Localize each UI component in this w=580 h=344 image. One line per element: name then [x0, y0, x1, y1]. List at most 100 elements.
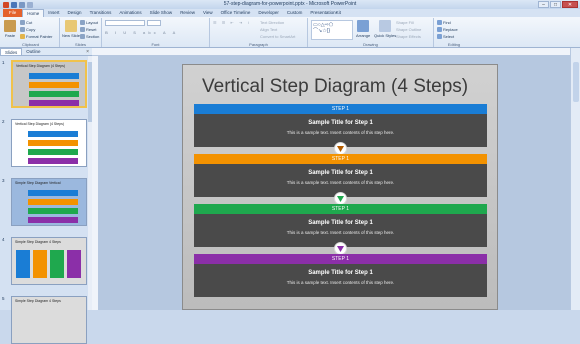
replace-icon [437, 27, 442, 32]
step-title: Sample Title for Step 1 [308, 170, 373, 176]
thumbnail-title: Simple Step Diagram 4 Steps [15, 299, 61, 303]
clipboard-group-label: Clipboard [21, 42, 40, 47]
bullets-buttons[interactable]: ☰ ☰ ⇤ ⇥ ↕ [213, 20, 251, 25]
slide-thumbnail-preview: Simple Step Diagram 4 Steps [11, 296, 87, 344]
thumbnail-title: Vertical Step Diagram (4 Steps) [15, 122, 65, 126]
step-block[interactable]: STEP 1 Sample Title for Step 1 This is a… [194, 104, 487, 147]
step-text: This is a sample text. Insert contents o… [286, 230, 395, 235]
editing-group: Find Replace Select Editing [434, 18, 474, 47]
step-text: This is a sample text. Insert contents o… [286, 280, 395, 285]
tab-slides[interactable]: Slides [0, 48, 23, 55]
step-text: This is a sample text. Insert contents o… [286, 180, 395, 185]
arrow-down-icon [337, 145, 344, 152]
slide-title[interactable]: Vertical Step Diagram (4 Steps) [202, 76, 468, 98]
clipboard-group: Paste Cut Copy Format Painter Clipboard [2, 18, 60, 47]
select-button[interactable]: Select [437, 34, 454, 39]
close-pane-icon[interactable]: × [86, 49, 89, 55]
copy-button[interactable]: Copy [20, 27, 35, 32]
paragraph-group-label: Paragraph [249, 42, 268, 47]
tab-view[interactable]: View [199, 9, 217, 17]
font-size-box[interactable] [147, 20, 161, 26]
drawing-group: ▭○△⇨⬠ ⌒↘☆{} Arrange Quick Styles Shape F… [308, 18, 434, 47]
step-header: STEP 1 [194, 254, 487, 264]
reset-button[interactable]: Reset [80, 27, 96, 32]
copy-icon [20, 27, 25, 32]
arrow-down-icon [337, 245, 344, 252]
font-group: B I U S abc A A Font [102, 18, 210, 47]
section-icon [80, 34, 85, 39]
slides-group-label: Slides [75, 42, 86, 47]
window-title: 57-step-diagram-for-powerpoint.pptx - Mi… [223, 1, 357, 7]
align-text-button[interactable]: Align Text [260, 27, 277, 32]
paste-button[interactable]: Paste [4, 20, 16, 38]
tab-home[interactable]: Home [22, 9, 45, 17]
slide-thumbnail-preview: Simple Step Diagram Vertical [11, 178, 87, 226]
cut-button[interactable]: Cut [20, 20, 32, 25]
font-name-box[interactable] [105, 20, 145, 26]
thumbnail-step-bar [28, 217, 78, 223]
editing-group-label: Editing [447, 42, 461, 47]
slide-thumbnails-pane[interactable]: 1 Vertical Step Diagram (4 Steps) 2 Vert… [0, 56, 92, 344]
tab-design[interactable]: Design [64, 9, 86, 17]
shape-fill-button[interactable]: Shape Fill [396, 20, 414, 25]
format-painter-button[interactable]: Format Painter [20, 34, 52, 39]
convert-smartart-button[interactable]: Convert to SmartArt [260, 34, 295, 39]
quick-styles-button[interactable]: Quick Styles [374, 20, 396, 38]
arrange-icon [357, 20, 370, 32]
shapes-gallery[interactable]: ▭○△⇨⬠ ⌒↘☆{} [311, 20, 353, 40]
slides-pane-header: Slides Outline × [0, 48, 92, 56]
tab-slide-show[interactable]: Slide Show [146, 9, 177, 17]
step-block[interactable]: STEP 1 Sample Title for Step 1 This is a… [194, 204, 487, 247]
maximize-button[interactable]: □ [550, 1, 561, 8]
format-painter-icon [20, 34, 25, 39]
minimize-button[interactable]: – [538, 1, 549, 8]
tab-outline[interactable]: Outline [22, 48, 44, 55]
thumbnail-step-bar [28, 158, 78, 164]
shape-outline-button[interactable]: Shape Outline [396, 27, 421, 32]
thumbnail-column [16, 250, 30, 278]
tab-custom[interactable]: Custom [283, 9, 307, 17]
thumbnail-step-bar [28, 140, 78, 146]
new-slide-button[interactable]: New Slide [62, 20, 80, 38]
slide[interactable]: Vertical Step Diagram (4 Steps) STEP 1 S… [182, 64, 498, 310]
slide-number: 5 [2, 296, 5, 301]
step-block[interactable]: STEP 1 Sample Title for Step 1 This is a… [194, 154, 487, 197]
thumbnail-title: Simple Step Diagram Vertical [15, 181, 61, 185]
thumbnail-title: Simple Step Diagram 4 Steps [15, 240, 61, 244]
new-slide-icon [65, 20, 77, 32]
replace-button[interactable]: Replace [437, 27, 458, 32]
tab-presentationkit[interactable]: PresentationKit [306, 9, 345, 17]
close-button[interactable]: ✕ [562, 1, 578, 8]
scrollbar-thumb[interactable] [573, 62, 579, 102]
section-button[interactable]: Section [80, 34, 99, 39]
thumbnail-step-bar [29, 73, 79, 79]
tab-insert[interactable]: Insert [44, 9, 63, 17]
tab-animations[interactable]: Animations [115, 9, 145, 17]
thumbnail-step-bar [28, 149, 78, 155]
tab-office-timeline[interactable]: Office Timeline [217, 9, 255, 17]
thumbnail-step-bar [29, 82, 79, 88]
font-format-buttons[interactable]: B I U S abc A A [105, 30, 178, 35]
slide-number: 3 [2, 178, 5, 183]
slides-group: New Slide Layout Reset Section Slides [60, 18, 102, 47]
vertical-scrollbar[interactable] [570, 48, 580, 310]
arrange-button[interactable]: Arrange [356, 20, 370, 38]
tab-review[interactable]: Review [176, 9, 199, 17]
paragraph-group: ☰ ☰ ⇤ ⇥ ↕ Text Direction Align Text Conv… [210, 18, 308, 47]
step-body: Sample Title for Step 1 This is a sample… [194, 264, 487, 297]
thumbnail-step-bar [28, 131, 78, 137]
arrow-down-icon [337, 195, 344, 202]
find-button[interactable]: Find [437, 20, 451, 25]
title-bar: 57-step-diagram-for-powerpoint.pptx - Mi… [0, 0, 580, 9]
quick-styles-icon [379, 20, 392, 32]
layout-button[interactable]: Layout [80, 20, 98, 25]
text-direction-button[interactable]: Text Direction [260, 20, 284, 25]
thumbnail-column [67, 250, 81, 278]
drawing-group-label: Drawing [363, 42, 378, 47]
shape-effects-button[interactable]: Shape Effects [396, 34, 421, 39]
step-block[interactable]: STEP 1 Sample Title for Step 1 This is a… [194, 254, 487, 297]
tab-developer[interactable]: Developer [254, 9, 283, 17]
slide-thumbnail-preview: Simple Step Diagram 4 Steps [11, 237, 87, 285]
tab-transitions[interactable]: Transitions [86, 9, 116, 17]
tab-file[interactable]: File [3, 9, 23, 17]
